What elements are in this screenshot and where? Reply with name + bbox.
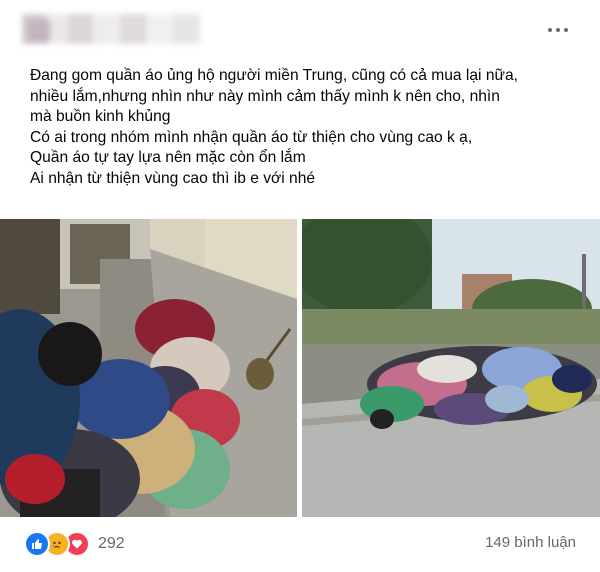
blurred-author-name <box>22 14 200 44</box>
post-text-line: Có ai trong nhóm mình nhận quần áo từ th… <box>30 128 473 146</box>
photo-grid <box>0 219 600 519</box>
post-text-line: nhiều lắm,nhưng nhìn như này mình cảm th… <box>30 87 500 105</box>
post-header <box>0 0 600 60</box>
post-text-line: Quần áo tự tay lựa nên mặc còn ổn lắm <box>30 149 306 166</box>
post-text-line: Ai nhận từ thiện vùng cao thì ib e với n… <box>30 169 316 187</box>
post-text-line: Đang gom quần áo ủng hộ người miền Trung… <box>30 67 518 84</box>
reactions-summary[interactable]: 292 <box>24 531 125 557</box>
photo-clothes-riverbank[interactable] <box>302 219 600 517</box>
post-footer: 292 149 bình luận <box>0 528 600 568</box>
reaction-count[interactable]: 292 <box>98 535 125 553</box>
photo-clothes-alley-image <box>0 219 297 517</box>
like-icon <box>24 531 50 557</box>
post-body-text: Đang gom quần áo ủng hộ người miền Trung… <box>30 66 585 189</box>
more-options-icon[interactable] <box>546 20 570 40</box>
photo-clothes-alley[interactable] <box>0 219 297 517</box>
photo-clothes-riverbank-image <box>302 219 600 517</box>
comment-count[interactable]: 149 bình luận <box>485 534 576 551</box>
post-text-line: mà buồn kinh khủng <box>30 108 171 125</box>
